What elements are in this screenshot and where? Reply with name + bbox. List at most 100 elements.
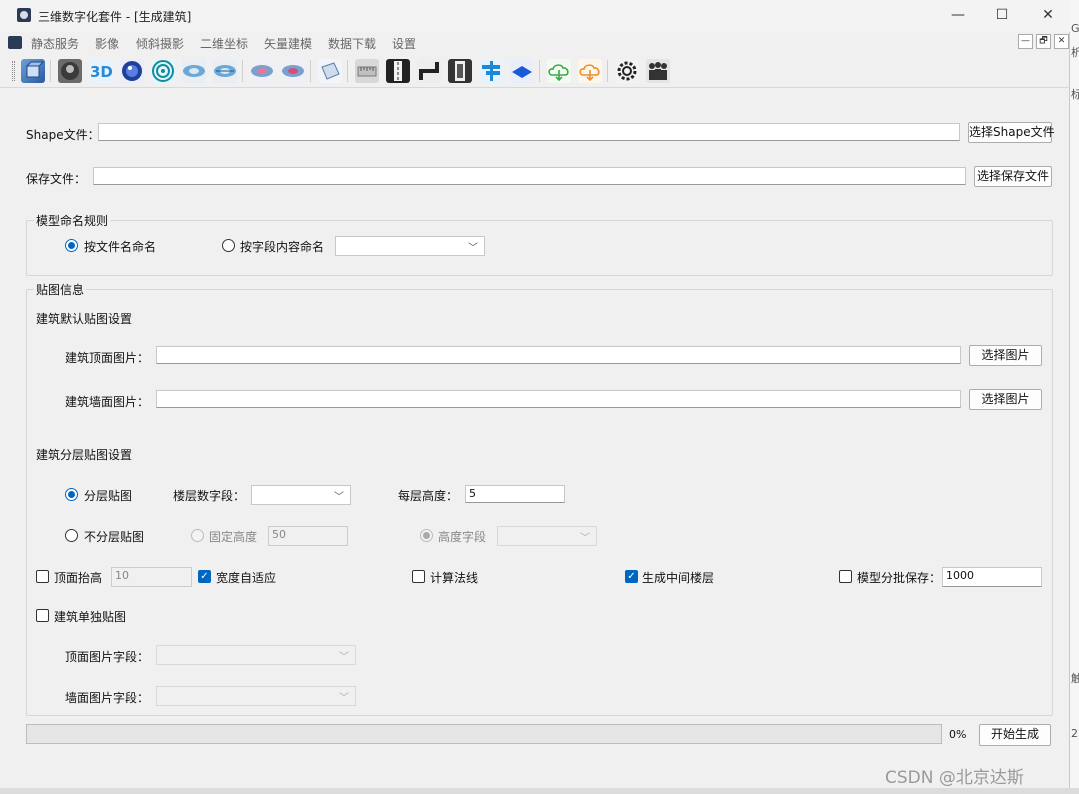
disc-pink-icon[interactable]: [250, 59, 274, 83]
middle-floor-checkbox[interactable]: ✓: [625, 570, 638, 583]
width-adapt-label: 宽度自适应: [216, 571, 277, 585]
default-texture-heading: 建筑默认贴图设置: [36, 312, 133, 326]
paper-stack-icon[interactable]: [318, 59, 342, 83]
menu-static-service[interactable]: 静态服务: [31, 35, 79, 52]
main-window: 三维数字化套件 - [生成建筑] — ☐ ✕ 静态服务 影像 倾斜摄影 二维坐标…: [0, 0, 1070, 788]
single-texture-checkbox[interactable]: [36, 609, 49, 622]
naming-by-field-radio[interactable]: [222, 239, 235, 252]
film-strip-icon[interactable]: [386, 59, 410, 83]
naming-by-file-radio[interactable]: [65, 239, 78, 252]
save-file-label: 保存文件：: [26, 172, 87, 186]
wall-image-field-label: 墙面图片字段：: [65, 691, 150, 705]
svg-text:3D: 3D: [90, 63, 113, 81]
roof-raise-input[interactable]: 10: [111, 567, 192, 587]
menu-vector-modeling[interactable]: 矢量建模: [264, 35, 312, 52]
chevron-down-icon: ﹀: [468, 243, 478, 254]
ruler-panel-icon[interactable]: [355, 59, 379, 83]
wall-image-field-select[interactable]: ﹀: [156, 686, 356, 706]
strip-text: G: [1071, 22, 1079, 35]
floor-count-field-select[interactable]: ﹀: [251, 485, 351, 505]
people-group-icon[interactable]: [646, 59, 670, 83]
single-texture-label: 建筑单独贴图: [54, 610, 127, 624]
height-field-label: 高度字段: [438, 530, 487, 544]
cube-install-icon[interactable]: [21, 59, 45, 83]
toolbar-separator: [539, 60, 540, 82]
toolbar-grip[interactable]: [12, 61, 15, 81]
menu-oblique-photo[interactable]: 倾斜摄影: [136, 35, 184, 52]
select-wall-image-button[interactable]: 选择图片: [969, 389, 1042, 410]
compute-normals-label: 计算法线: [430, 571, 479, 585]
pipe-bend-icon[interactable]: [417, 59, 441, 83]
close-button[interactable]: ✕: [1028, 4, 1068, 26]
toolbar-separator: [242, 60, 243, 82]
non-layered-texture-radio[interactable]: [65, 529, 78, 542]
fixed-height-input[interactable]: 50: [268, 526, 348, 546]
disc-pink-2-icon[interactable]: [281, 59, 305, 83]
chevron-down-icon: ﹀: [339, 652, 349, 663]
globe-icon[interactable]: [120, 59, 144, 83]
toolbar-separator: [607, 60, 608, 82]
wall-image-label: 建筑墙面图片：: [65, 395, 150, 409]
chevron-down-icon: ﹀: [339, 693, 349, 704]
height-field-radio[interactable]: [420, 529, 433, 542]
disc-arrow-2-icon[interactable]: [213, 59, 237, 83]
roof-image-field-select[interactable]: ﹀: [156, 645, 356, 665]
batch-save-input[interactable]: 1000: [942, 567, 1042, 587]
shape-file-input[interactable]: [98, 123, 960, 141]
roof-raise-checkbox[interactable]: [36, 570, 49, 583]
select-roof-image-button[interactable]: 选择图片: [969, 345, 1042, 366]
layered-texture-radio[interactable]: [65, 488, 78, 501]
height-field-select[interactable]: ﹀: [497, 526, 597, 546]
texture-info-title: 贴图信息: [34, 281, 87, 298]
title-bar: 三维数字化套件 - [生成建筑] — ☐ ✕: [0, 0, 1070, 32]
menu-2d-coords[interactable]: 二维坐标: [200, 35, 248, 52]
target-ring-icon[interactable]: [151, 59, 175, 83]
document-icon: [8, 36, 22, 49]
strip-text: 标: [1071, 88, 1079, 101]
strip-text: 析: [1071, 46, 1079, 59]
width-adapt-checkbox[interactable]: ✓: [198, 570, 211, 583]
menu-imagery[interactable]: 影像: [95, 35, 119, 52]
compute-normals-checkbox[interactable]: [412, 570, 425, 583]
3d-text-icon[interactable]: 3D: [89, 59, 113, 83]
cloud-download-orange-icon[interactable]: [578, 59, 602, 83]
mdi-minimize-button[interactable]: —: [1018, 34, 1033, 49]
film-strip-2-icon[interactable]: [448, 59, 472, 83]
roof-image-input[interactable]: [156, 346, 961, 364]
minimize-button[interactable]: —: [938, 4, 978, 26]
sphere-face-icon[interactable]: [58, 59, 82, 83]
menu-settings[interactable]: 设置: [392, 35, 416, 52]
menu-data-download[interactable]: 数据下载: [328, 35, 376, 52]
taskbar-strip: [0, 788, 1079, 794]
naming-by-file-label: 按文件名命名: [84, 240, 157, 254]
middle-floor-label: 生成中间楼层: [642, 571, 715, 585]
window-title: 三维数字化套件 - [生成建筑]: [38, 10, 192, 24]
naming-by-field-label: 按字段内容命名: [240, 240, 325, 254]
naming-rule-title: 模型命名规则: [34, 212, 111, 229]
mdi-restore-button[interactable]: 🗗: [1036, 34, 1051, 49]
strip-text: 触: [1071, 672, 1079, 685]
signpost-icon[interactable]: [479, 59, 503, 83]
naming-field-select[interactable]: ﹀: [335, 236, 485, 256]
disc-arrow-icon[interactable]: [182, 59, 206, 83]
gear-icon[interactable]: [615, 59, 639, 83]
select-save-file-button[interactable]: 选择保存文件: [974, 166, 1052, 187]
roof-image-field-label: 顶面图片字段：: [65, 650, 150, 664]
fixed-height-radio[interactable]: [191, 529, 204, 542]
blue-plane-icon[interactable]: [510, 59, 534, 83]
floor-height-input[interactable]: 5: [465, 485, 565, 503]
fixed-height-label: 固定高度: [209, 530, 258, 544]
toolbar-separator: [50, 60, 51, 82]
menu-bar: 静态服务 影像 倾斜摄影 二维坐标 矢量建模 数据下载 设置: [0, 32, 1070, 53]
select-shape-file-button[interactable]: 选择Shape文件: [968, 122, 1055, 143]
mdi-close-button[interactable]: ✕: [1054, 34, 1069, 49]
batch-save-checkbox[interactable]: [839, 570, 852, 583]
save-file-input[interactable]: [93, 167, 966, 185]
start-generate-button[interactable]: 开始生成: [979, 724, 1051, 746]
wall-image-input[interactable]: [156, 390, 961, 408]
background-window-strip: G 析 标 触 25: [1070, 0, 1079, 794]
layered-texture-label: 分层贴图: [84, 489, 133, 503]
chevron-down-icon: ﹀: [580, 533, 590, 544]
maximize-button[interactable]: ☐: [982, 4, 1022, 26]
cloud-download-green-icon[interactable]: [547, 59, 571, 83]
